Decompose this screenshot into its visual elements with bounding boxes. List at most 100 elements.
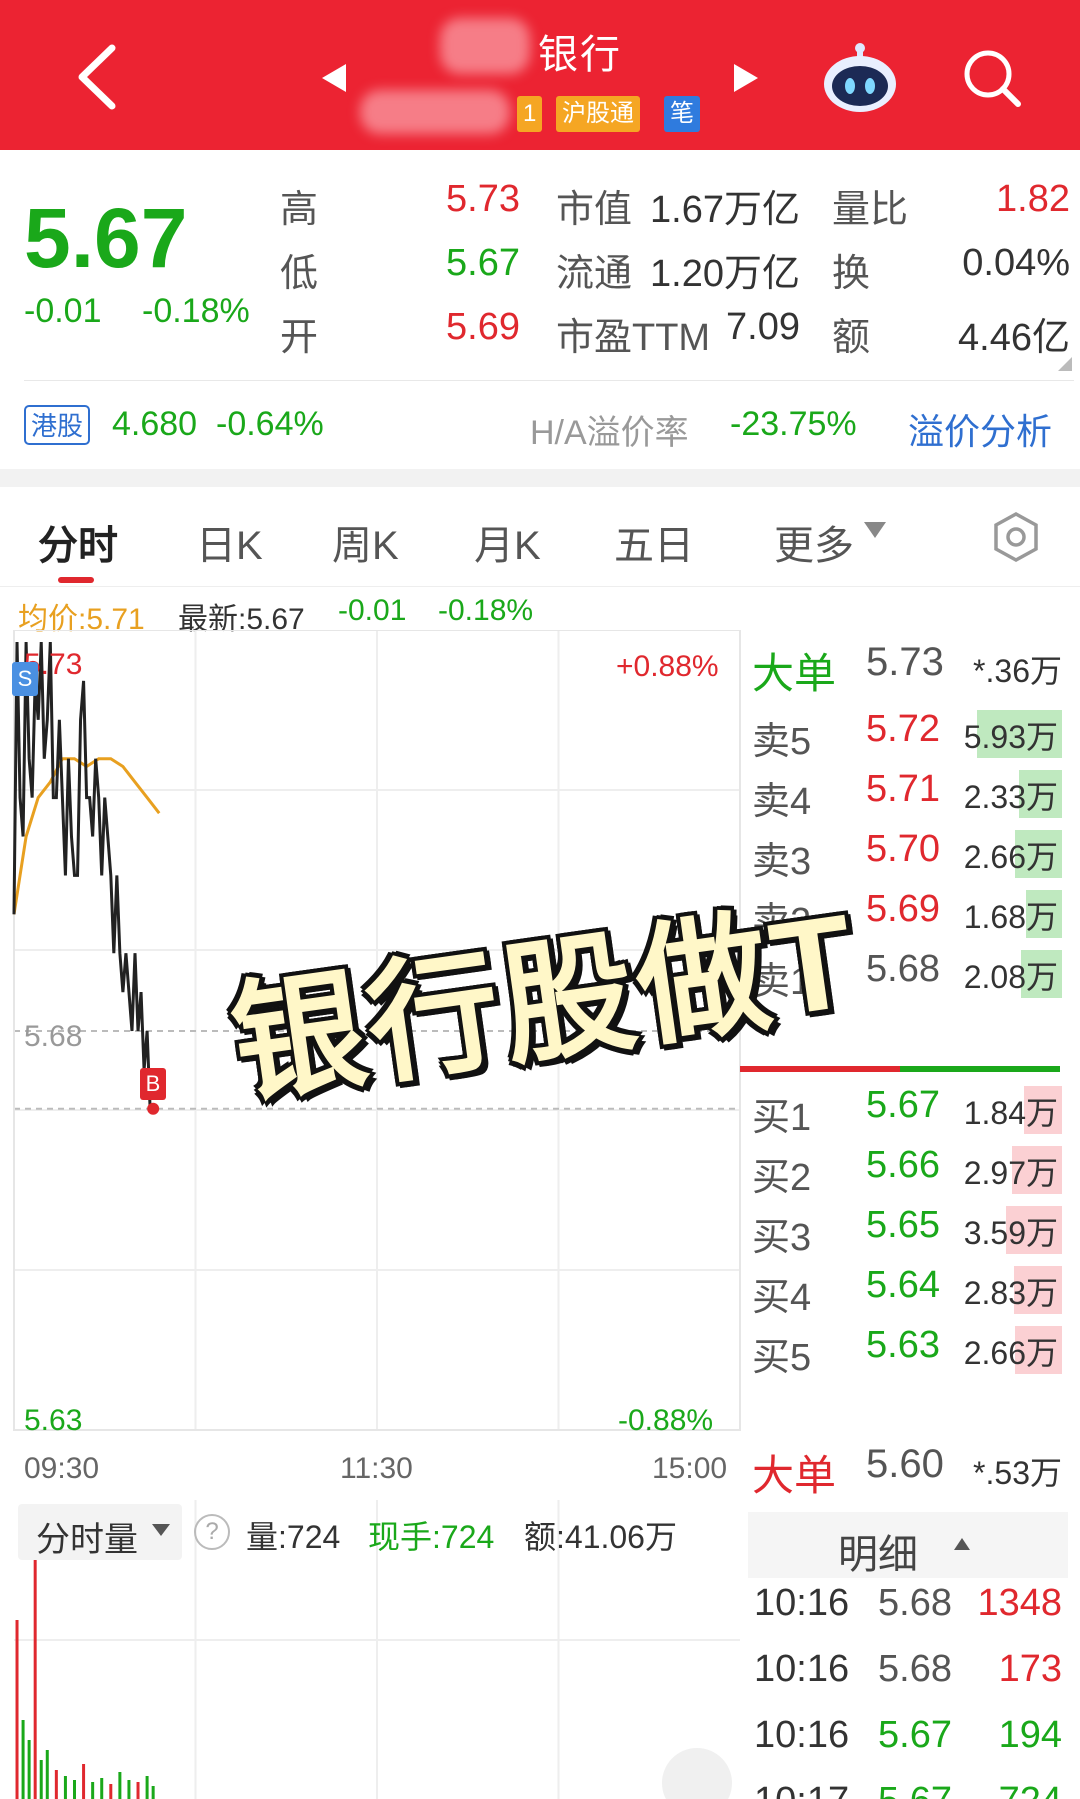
tick-time: 10:16 <box>754 1582 850 1624</box>
tick-vol: 194 <box>998 1714 1062 1756</box>
ha-premium-value: -23.75% <box>730 405 857 443</box>
tab-daily-k[interactable]: 日K <box>196 513 263 571</box>
hk-quote-row[interactable]: 港股 4.680 -0.64% H/A溢价率 -23.75% 溢价分析 <box>0 381 1080 469</box>
tick-price: 5.67 <box>878 1714 952 1756</box>
tick-time: 10:16 <box>754 1648 850 1690</box>
big-order-label: 大单 <box>752 1452 837 1499</box>
volume-bar <box>21 1720 25 1799</box>
bid-row[interactable]: 买3 5.65 3.59万 <box>742 1198 1062 1259</box>
tab-intraday[interactable]: 分时 <box>38 513 118 571</box>
low-label: 低 <box>280 253 319 295</box>
volume-value: 量:724 <box>246 1519 341 1555</box>
search-icon[interactable] <box>960 46 1024 110</box>
time-label-close: 15:00 <box>652 1452 728 1485</box>
last-price: 5.67 <box>24 191 188 285</box>
pe-value: 7.09 <box>726 306 800 348</box>
volume-bar <box>151 1786 155 1799</box>
premium-analysis-link[interactable]: 溢价分析 <box>908 403 1052 455</box>
back-icon[interactable] <box>68 42 128 112</box>
tick-time: 10:16 <box>754 1714 850 1756</box>
robot-assistant-icon[interactable] <box>820 40 900 116</box>
shanghai-connect-badge: 沪股通 <box>556 96 640 132</box>
price-change: -0.01 <box>24 292 102 330</box>
tab-five-day[interactable]: 五日 <box>614 513 694 571</box>
tick-price: 5.67 <box>878 1780 952 1799</box>
volume-ratio-label: 量比 <box>832 189 909 231</box>
amount-value: 4.46亿 <box>958 317 1070 359</box>
help-icon[interactable]: ? <box>194 1514 230 1550</box>
header-bar: 银行 1 沪股通 笔 <box>0 0 1080 150</box>
float-cap-label: 流通 <box>556 253 633 295</box>
bid-row[interactable]: 买2 5.66 2.97万 <box>742 1138 1062 1199</box>
level-price: 5.64 <box>866 1264 940 1306</box>
level-volume: 5.93万 <box>963 719 1058 755</box>
axis-min-pct: -0.88% <box>618 1404 714 1437</box>
hk-change-pct: -0.64% <box>216 405 324 443</box>
bid-row[interactable]: 买4 5.64 2.83万 <box>742 1258 1062 1319</box>
volume-bar <box>91 1782 95 1799</box>
buy-marker[interactable]: B <box>140 1068 166 1100</box>
blurred-stock-code <box>360 90 510 134</box>
level-volume: 2.33万 <box>963 779 1058 815</box>
big-order-top: 大单 5.73 *.36万 <box>748 634 1068 700</box>
time-label-noon: 11:30 <box>340 1452 413 1485</box>
ask-row[interactable]: 卖5 5.72 5.93万 <box>742 702 1062 763</box>
volume-bar <box>127 1780 131 1799</box>
level-volume: 3.59万 <box>963 1215 1058 1251</box>
stock-title-text: 银行 <box>538 33 622 77</box>
market-cap-label: 市值 <box>556 189 633 231</box>
hk-badge: 港股 <box>24 405 90 445</box>
volume-bar <box>82 1764 86 1799</box>
hk-price: 4.680 <box>112 405 198 443</box>
trade-detail-label: 明细 <box>838 1533 918 1577</box>
tab-weekly-k[interactable]: 周K <box>332 513 399 571</box>
low-value: 5.67 <box>446 242 520 284</box>
volume-bar <box>63 1776 67 1799</box>
current-hand-value: 现手:724 <box>368 1519 495 1555</box>
open-value: 5.69 <box>446 306 520 348</box>
tab-more[interactable]: 更多 <box>774 513 854 571</box>
tick-price: 5.68 <box>878 1582 952 1624</box>
volume-ratio-value: 1.82 <box>996 178 1070 220</box>
volume-bar <box>73 1780 76 1799</box>
volume-header: 分时量 ? 量:724 现手:724 额:41.06万 <box>0 1498 740 1568</box>
high-value: 5.73 <box>446 178 520 220</box>
ask-row[interactable]: 卖4 5.71 2.33万 <box>742 762 1062 823</box>
level-label: 卖5 <box>752 721 812 763</box>
level-price: 5.66 <box>866 1144 940 1186</box>
volume-bar <box>118 1772 122 1799</box>
previous-stock-icon[interactable] <box>318 62 348 94</box>
trade-detail-header[interactable]: 明细 <box>748 1512 1068 1578</box>
last-price-dot <box>147 1102 160 1115</box>
chevron-down-icon <box>152 1524 170 1536</box>
volume-bar <box>15 1620 19 1799</box>
market-cap-value: 1.67万亿 <box>650 189 800 231</box>
bid-row[interactable]: 买5 5.63 2.66万 <box>742 1318 1062 1379</box>
bid-row[interactable]: 买1 5.67 1.84万 <box>742 1078 1062 1139</box>
tab-monthly-k[interactable]: 月K <box>474 513 541 571</box>
level-volume: 2.83万 <box>963 1275 1058 1311</box>
ask-bid-divider-red <box>740 1066 900 1072</box>
volume-bar <box>109 1784 113 1799</box>
axis-max-pct: +0.88% <box>616 650 719 683</box>
volume-bar <box>136 1782 140 1799</box>
expand-corner-icon[interactable] <box>1058 357 1072 371</box>
float-cap-value: 1.20万亿 <box>650 253 800 295</box>
level-price: 5.67 <box>866 1084 940 1126</box>
level-price: 5.65 <box>866 1204 940 1246</box>
tick-vol: 173 <box>998 1648 1062 1690</box>
turnover-value: 0.04% <box>962 242 1070 284</box>
volume-bar <box>145 1776 149 1799</box>
chart-tabs: 分时 日K 周K 月K 五日 更多 <box>0 487 1080 587</box>
level-price: 5.63 <box>866 1324 940 1366</box>
time-label-open: 09:30 <box>24 1452 100 1485</box>
more-dropdown-caret-icon[interactable] <box>864 522 886 538</box>
settings-hexagon-icon[interactable] <box>990 511 1042 563</box>
sell-marker[interactable]: S <box>12 662 38 696</box>
axis-mid-price: 5.68 <box>24 1020 83 1053</box>
tick-vol: 724 <box>999 1780 1062 1799</box>
level-volume: 2.08万 <box>963 959 1058 995</box>
active-tab-indicator <box>58 577 94 583</box>
next-stock-icon[interactable] <box>732 62 762 94</box>
latest-change-pct: -0.18% <box>438 594 534 627</box>
